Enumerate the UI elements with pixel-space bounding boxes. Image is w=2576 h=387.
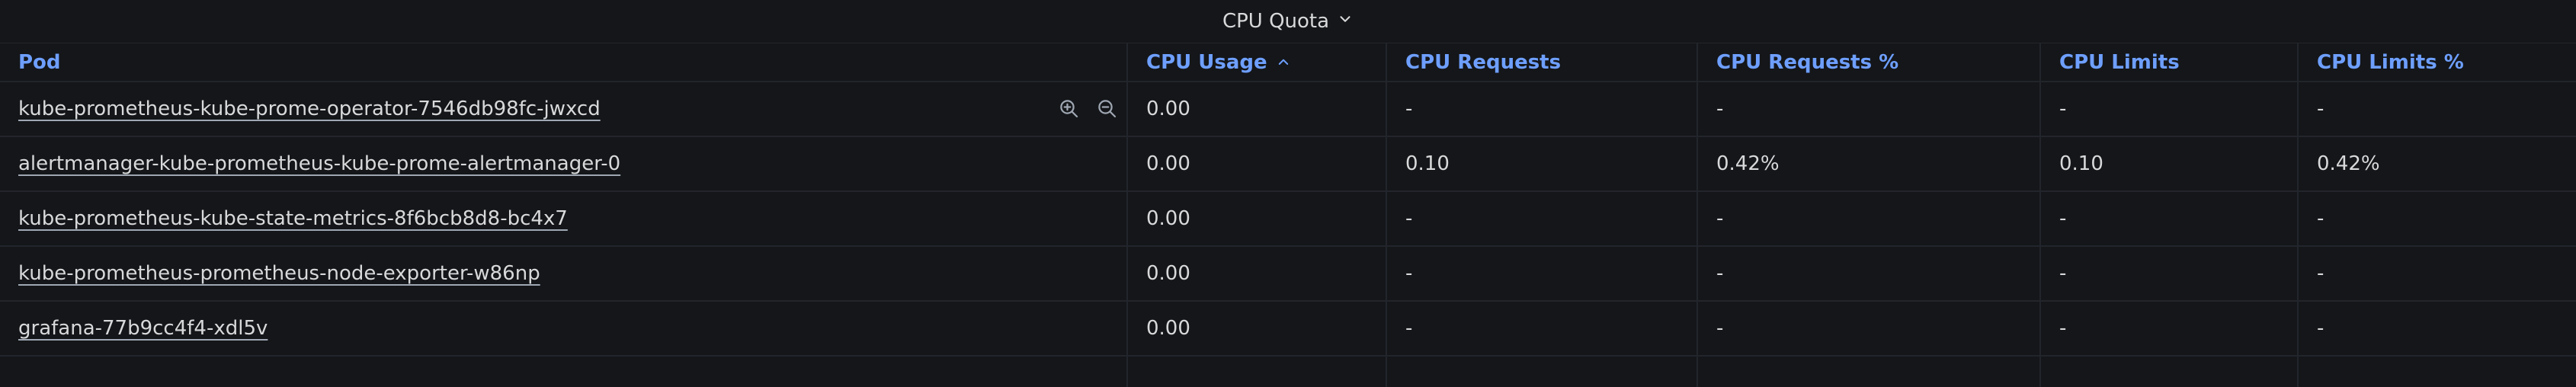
cpu-usage-cell: 0.00 [1128, 192, 1387, 245]
zoom-in-icon[interactable] [1058, 98, 1081, 120]
cpu-requests-cell: - [1387, 192, 1698, 245]
pod-link[interactable]: alertmanager-kube-prometheus-kube-prome-… [18, 152, 620, 175]
pod-cell: alertmanager-kube-prometheus-kube-prome-… [0, 137, 1128, 190]
cpu-limits-percent-cell [2299, 357, 2576, 387]
table-header-row: Pod CPU Usage CPU Requests CPU Requests … [0, 43, 2576, 82]
column-header-label: CPU Limits [2059, 50, 2180, 74]
column-header-cpu-usage[interactable]: CPU Usage [1128, 43, 1387, 81]
cpu-requests-cell: 0.10 [1387, 137, 1698, 190]
column-header-label: CPU Usage [1146, 50, 1267, 74]
cpu-limits-cell: - [2041, 82, 2299, 136]
cpu-usage-cell [1128, 357, 1387, 387]
panel-header: CPU Quota [0, 0, 2576, 43]
column-header-label: CPU Requests [1405, 50, 1562, 74]
cpu-limits-cell: - [2041, 247, 2299, 300]
cpu-quota-table: Pod CPU Usage CPU Requests CPU Requests … [0, 43, 2576, 387]
cpu-requests-percent-cell: - [1698, 247, 2041, 300]
pod-cell: kube-prometheus-kube-prome-operator-7546… [0, 82, 1128, 136]
pod-cell: kube-prometheus-prometheus-node-exporter… [0, 247, 1128, 300]
cpu-usage-cell: 0.00 [1128, 302, 1387, 355]
pod-link[interactable]: kube-prometheus-kube-state-metrics-8f6bc… [18, 207, 568, 230]
column-header-pod[interactable]: Pod [0, 43, 1128, 81]
cpu-limits-percent-cell: 0.42% [2317, 152, 2380, 175]
cpu-requests-cell: - [1387, 82, 1698, 136]
table-row[interactable]: kube-prometheus-kube-prome-operator-7546… [0, 82, 2576, 137]
cpu-limits-cell: - [2041, 302, 2299, 355]
column-header-cpu-requests-percent[interactable]: CPU Requests % [1698, 43, 2041, 81]
cpu-requests-percent-cell: - [1698, 192, 2041, 245]
column-header-cpu-limits[interactable]: CPU Limits [2041, 43, 2299, 81]
pod-link[interactable]: kube-prometheus-kube-prome-operator-7546… [18, 98, 601, 120]
column-header-label: CPU Limits % [2317, 50, 2464, 74]
pod-cell: grafana-77b9cc4f4-xdl5v [0, 302, 1128, 355]
column-header-label: Pod [18, 50, 61, 74]
pod-cell [0, 357, 1128, 387]
cpu-requests-percent-cell: 0.42% [1698, 137, 2041, 190]
cpu-usage-cell: 0.00 [1128, 247, 1387, 300]
table-row[interactable]: kube-prometheus-kube-state-metrics-8f6bc… [0, 192, 2576, 247]
cpu-usage-cell: 0.00 [1128, 82, 1387, 136]
panel-title-menu[interactable]: CPU Quota [1222, 10, 1354, 33]
column-header-label: CPU Requests % [1716, 50, 1899, 74]
row-actions [1058, 82, 1119, 136]
table-row[interactable]: alertmanager-kube-prometheus-kube-prome-… [0, 137, 2576, 192]
cpu-requests-cell [1387, 357, 1698, 387]
cpu-requests-cell: - [1387, 247, 1698, 300]
cpu-limits-percent-cell: - [2317, 207, 2324, 230]
table-row[interactable]: kube-prometheus-prometheus-node-exporter… [0, 247, 2576, 302]
cpu-limits-percent-cell: - [2317, 98, 2324, 120]
cpu-usage-cell: 0.00 [1128, 137, 1387, 190]
pod-link[interactable]: grafana-77b9cc4f4-xdl5v [18, 317, 268, 340]
zoom-out-icon[interactable] [1096, 98, 1119, 120]
pod-link[interactable]: kube-prometheus-prometheus-node-exporter… [18, 262, 540, 285]
panel-title: CPU Quota [1222, 10, 1330, 33]
cpu-limits-cell [2041, 357, 2299, 387]
cpu-limits-percent-cell: - [2317, 262, 2324, 285]
chevron-down-icon [1337, 10, 1354, 33]
cpu-quota-panel: CPU Quota Pod CPU Usage CPU Requests CPU… [0, 0, 2576, 387]
cpu-requests-percent-cell [1698, 357, 2041, 387]
cpu-requests-percent-cell: - [1698, 82, 2041, 136]
table-row[interactable]: grafana-77b9cc4f4-xdl5v 0.00 - - - - [0, 302, 2576, 357]
cpu-limits-percent-cell: - [2317, 317, 2324, 340]
table-row-partial [0, 357, 2576, 387]
pod-cell: kube-prometheus-kube-state-metrics-8f6bc… [0, 192, 1128, 245]
cpu-requests-percent-cell: - [1698, 302, 2041, 355]
column-header-cpu-requests[interactable]: CPU Requests [1387, 43, 1698, 81]
column-header-cpu-limits-percent[interactable]: CPU Limits % [2299, 43, 2576, 81]
cpu-requests-cell: - [1387, 302, 1698, 355]
cpu-limits-cell: - [2041, 192, 2299, 245]
cpu-limits-cell: 0.10 [2041, 137, 2299, 190]
caret-up-icon [1267, 51, 1290, 74]
